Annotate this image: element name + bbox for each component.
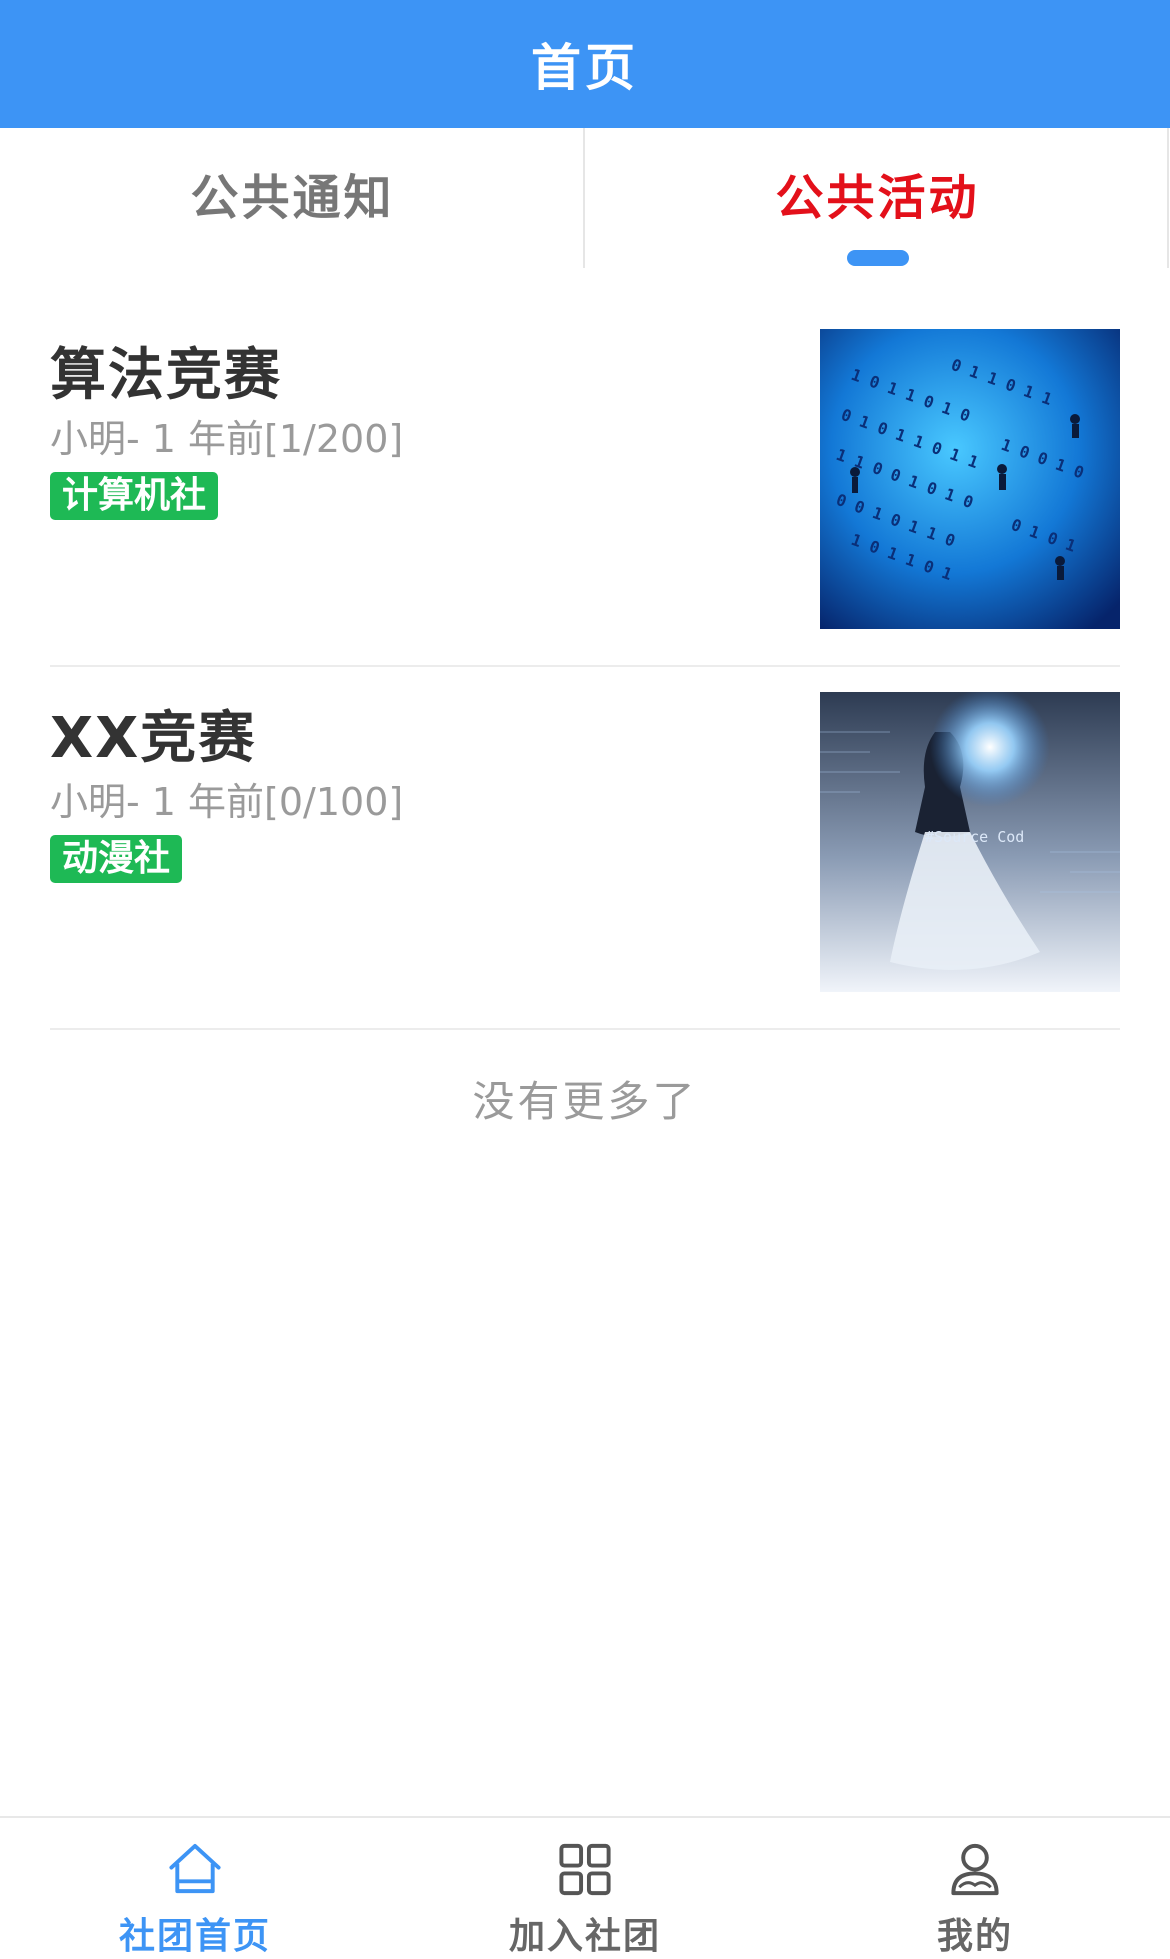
tab-divider [1167, 128, 1169, 268]
activity-list: 算法竞赛 小明- 1 年前[1/200] 计算机社 1 0 1 1 0 1 0 … [50, 304, 1120, 1030]
list-item[interactable]: 算法竞赛 小明- 1 年前[1/200] 计算机社 1 0 1 1 0 1 0 … [50, 304, 1120, 667]
svg-text:#Source Cod: #Source Cod [925, 828, 1024, 846]
user-icon [951, 1843, 999, 1896]
tab-public-activity[interactable]: 公共活动 [585, 128, 1170, 268]
anime-source-code-image: #Source Cod [820, 692, 1120, 992]
tab-bar-top: 公共通知 公共活动 [0, 128, 1170, 268]
app-header: 首页 [0, 0, 1170, 128]
tab-label: 公共通知 [190, 170, 395, 226]
bottom-tab-bar: 社团首页 加入社团 我的 [0, 1816, 1170, 1959]
activity-meta: 小明- 1 年前[0/100] [50, 780, 404, 824]
page-title: 首页 [531, 39, 639, 97]
tabbar-label: 我的 [936, 1916, 1013, 1957]
tab-label: 公共活动 [775, 170, 980, 226]
club-tag: 动漫社 [50, 835, 183, 883]
binary-code-workers-image: 1 0 1 1 0 1 0 0 1 0 1 1 0 1 1 1 1 0 0 1 … [820, 329, 1120, 629]
active-tab-indicator [847, 250, 909, 266]
club-tag: 计算机社 [50, 472, 219, 520]
tabbar-item-join-club[interactable]: 加入社团 [390, 1818, 780, 1959]
tabbar-label: 加入社团 [508, 1916, 661, 1957]
home-icon [169, 1843, 221, 1894]
activity-title: XX竞赛 [50, 706, 257, 771]
tabbar-label: 社团首页 [118, 1916, 271, 1957]
tab-divider [583, 128, 585, 268]
activity-title: 算法竞赛 [50, 343, 282, 408]
list-item[interactable]: XX竞赛 小明- 1 年前[0/100] 动漫社 #Source Cod [50, 667, 1120, 1030]
activity-meta: 小明- 1 年前[1/200] [50, 417, 404, 461]
tabbar-item-mine[interactable]: 我的 [780, 1818, 1170, 1959]
tab-public-notice[interactable]: 公共通知 [0, 128, 585, 268]
grid-icon [559, 1843, 611, 1896]
tabbar-item-club-home[interactable]: 社团首页 [0, 1818, 390, 1959]
list-end-text: 没有更多了 [472, 1077, 698, 1126]
